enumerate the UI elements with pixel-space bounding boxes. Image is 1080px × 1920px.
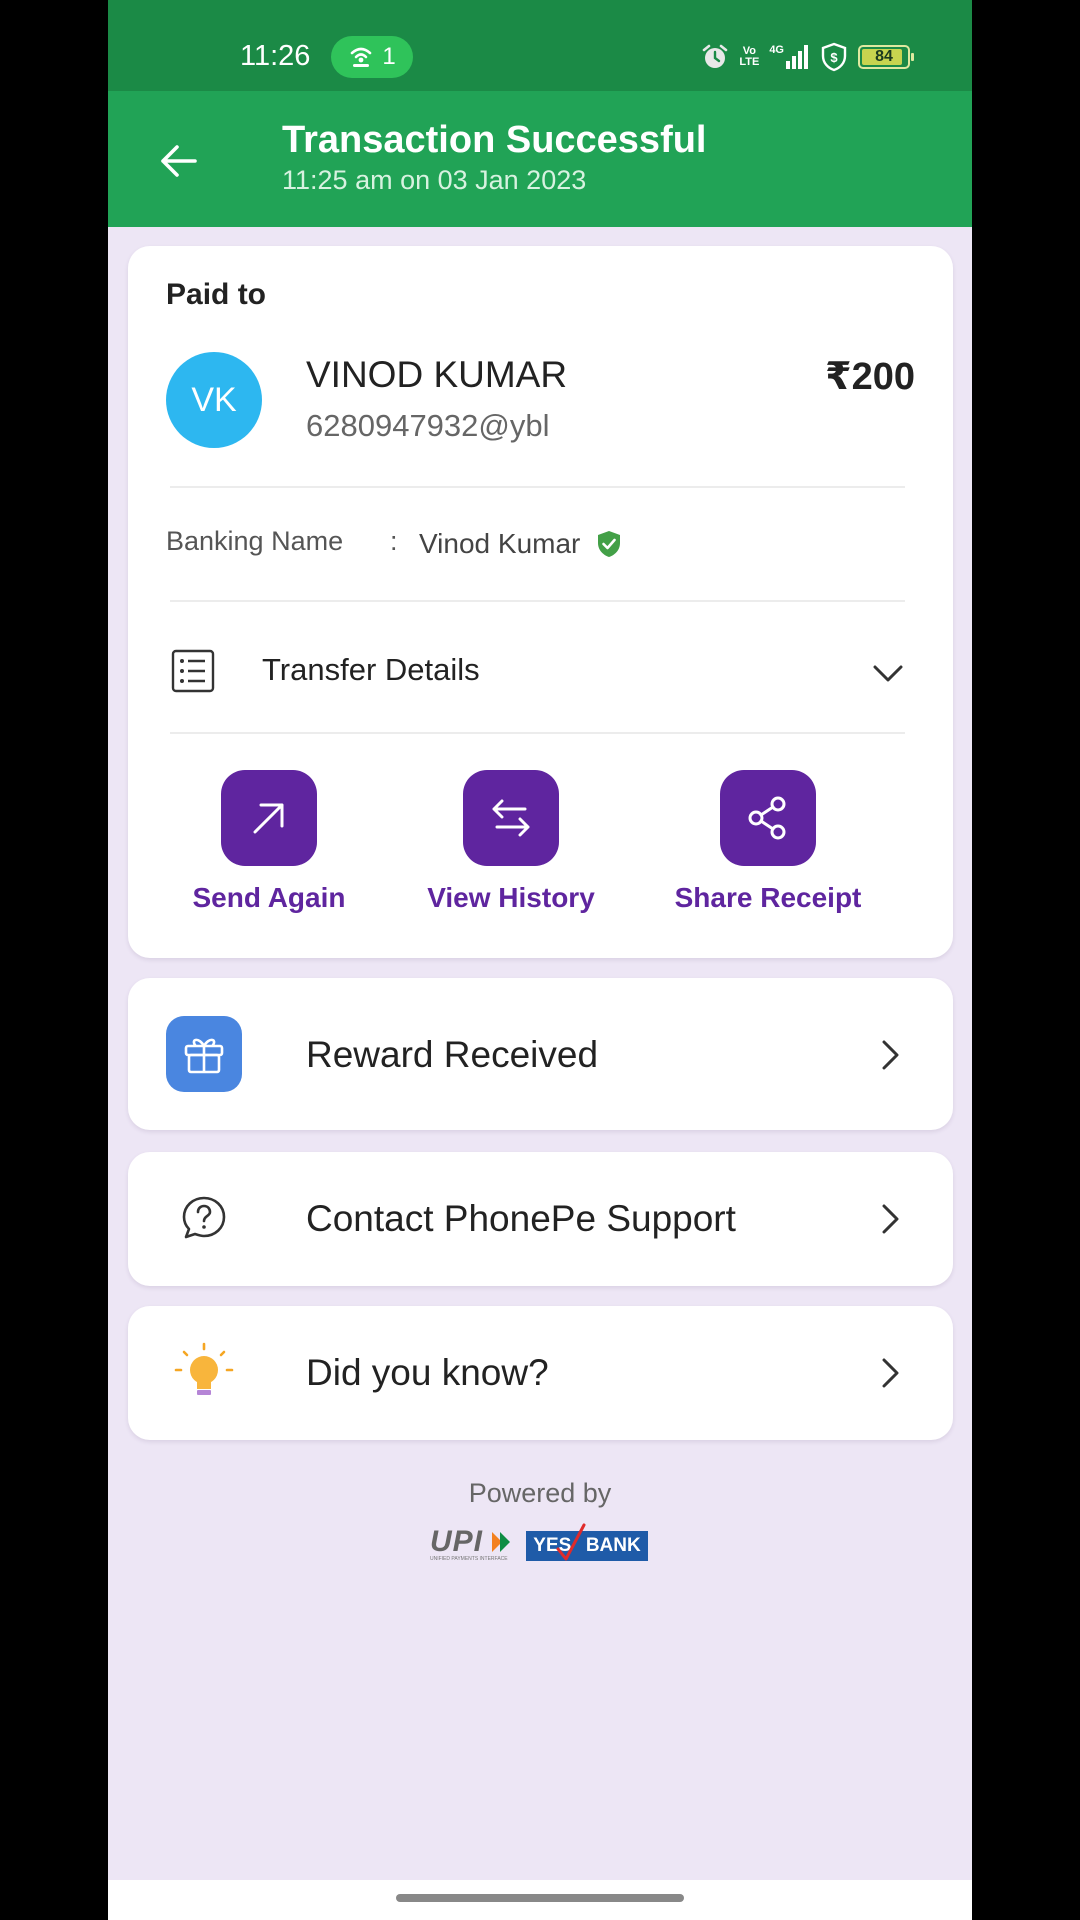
share-receipt-icon-button[interactable] xyxy=(720,770,816,866)
chevron-right-icon xyxy=(882,1358,899,1388)
volte-bottom: LTE xyxy=(739,56,760,68)
quick-actions: Send Again View History Share Receipt xyxy=(128,770,953,930)
chevron-down-icon xyxy=(873,665,903,682)
payee-name: VINOD KUMAR xyxy=(306,354,568,395)
status-bar: 11:26 1 Vo LTE 4G $ 84 xyxy=(108,0,972,91)
status-time: 11:26 xyxy=(240,40,311,72)
gift-glyph xyxy=(184,1038,224,1074)
view-history-label: View History xyxy=(427,882,595,913)
hotspot-count: 1 xyxy=(382,43,396,70)
reward-received-row[interactable]: Reward Received xyxy=(128,978,953,1130)
svg-text:$: $ xyxy=(830,50,838,65)
banking-name-label: Banking Name xyxy=(166,526,344,556)
amount: ₹200 xyxy=(825,356,915,398)
upi-arrow-icon xyxy=(492,1532,510,1552)
divider xyxy=(170,732,905,734)
yes-bank-logo: YES BANK xyxy=(526,1523,648,1561)
share-receipt-button[interactable]: Share Receipt xyxy=(673,770,863,914)
list-document-icon xyxy=(171,649,215,693)
view-history-icon-button[interactable] xyxy=(463,770,559,866)
network-type: 4G xyxy=(769,44,784,56)
signal-indicator: 4G xyxy=(769,45,810,69)
help-chat-icon xyxy=(166,1180,242,1256)
send-again-icon-button[interactable] xyxy=(221,770,317,866)
back-arrow-icon xyxy=(161,145,197,177)
signal-icon xyxy=(786,45,808,69)
paid-to-label: Paid to xyxy=(166,278,267,311)
did-you-know-row[interactable]: Did you know? xyxy=(128,1306,953,1440)
help-chat-glyph xyxy=(182,1196,226,1239)
send-again-button[interactable]: Send Again xyxy=(174,770,364,914)
app-bar: Transaction Successful 11:25 am on 03 Ja… xyxy=(108,91,972,227)
chevron-right-icon xyxy=(882,1204,899,1234)
home-gesture-handle[interactable] xyxy=(396,1894,684,1902)
shield-dollar-icon: $ xyxy=(821,42,847,72)
hotspot-indicator: 1 xyxy=(331,36,413,78)
payment-card: Paid to VK VINOD KUMAR 6280947932@ybl ₹2… xyxy=(128,246,953,958)
status-icons: Vo LTE 4G $ 84 xyxy=(701,40,914,74)
back-button[interactable] xyxy=(150,133,206,189)
gesture-nav-bar xyxy=(108,1880,972,1920)
avatar: VK xyxy=(166,352,262,448)
share-receipt-label: Share Receipt xyxy=(674,882,862,913)
transfer-details-label: Transfer Details xyxy=(262,652,480,687)
arrow-up-right-icon xyxy=(253,803,284,834)
hotspot-icon xyxy=(351,47,372,67)
verified-shield-icon xyxy=(598,531,620,557)
volte-indicator: Vo LTE xyxy=(739,46,759,68)
payee-upi-id: 6280947932@ybl xyxy=(306,408,550,443)
battery-level: 84 xyxy=(875,48,893,65)
transfer-details-toggle[interactable]: Transfer Details xyxy=(128,606,953,738)
upi-logo: UPI UNIFIED PAYMENTS INTERFACE xyxy=(430,1527,516,1564)
page-title: Transaction Successful xyxy=(282,119,707,161)
banking-name-separator: : xyxy=(390,526,398,556)
view-history-button[interactable]: View History xyxy=(416,770,606,914)
yes-bank-word2: BANK xyxy=(585,1535,641,1556)
share-icon xyxy=(748,796,786,840)
yes-bank-tick-icon xyxy=(556,1523,586,1561)
transaction-timestamp: 11:25 am on 03 Jan 2023 xyxy=(282,165,587,195)
phone-screen: 11:26 1 Vo LTE 4G $ 84 Transaction Succe… xyxy=(108,0,972,1920)
did-you-know-label: Did you know? xyxy=(306,1352,549,1393)
swap-arrows-icon xyxy=(492,799,530,837)
chevron-right-icon xyxy=(882,1040,899,1070)
lightbulb-glyph xyxy=(174,1342,234,1395)
contact-support-label: Contact PhonePe Support xyxy=(306,1198,736,1239)
powered-by-label: Powered by xyxy=(468,1478,612,1508)
divider xyxy=(170,486,905,488)
lightbulb-icon xyxy=(166,1334,242,1410)
send-again-label: Send Again xyxy=(192,882,346,913)
reward-received-label: Reward Received xyxy=(306,1034,599,1075)
gift-icon xyxy=(166,1016,242,1092)
banking-name-value: Vinod Kumar xyxy=(419,528,581,559)
divider xyxy=(170,600,905,602)
partner-logos: UPI UNIFIED PAYMENTS INTERFACE YES BANK xyxy=(430,1523,652,1564)
upi-logo-subtext: UNIFIED PAYMENTS INTERFACE xyxy=(430,1556,508,1562)
alarm-icon xyxy=(703,44,728,68)
contact-support-row[interactable]: Contact PhonePe Support xyxy=(128,1152,953,1286)
battery-indicator: 84 xyxy=(858,45,914,69)
